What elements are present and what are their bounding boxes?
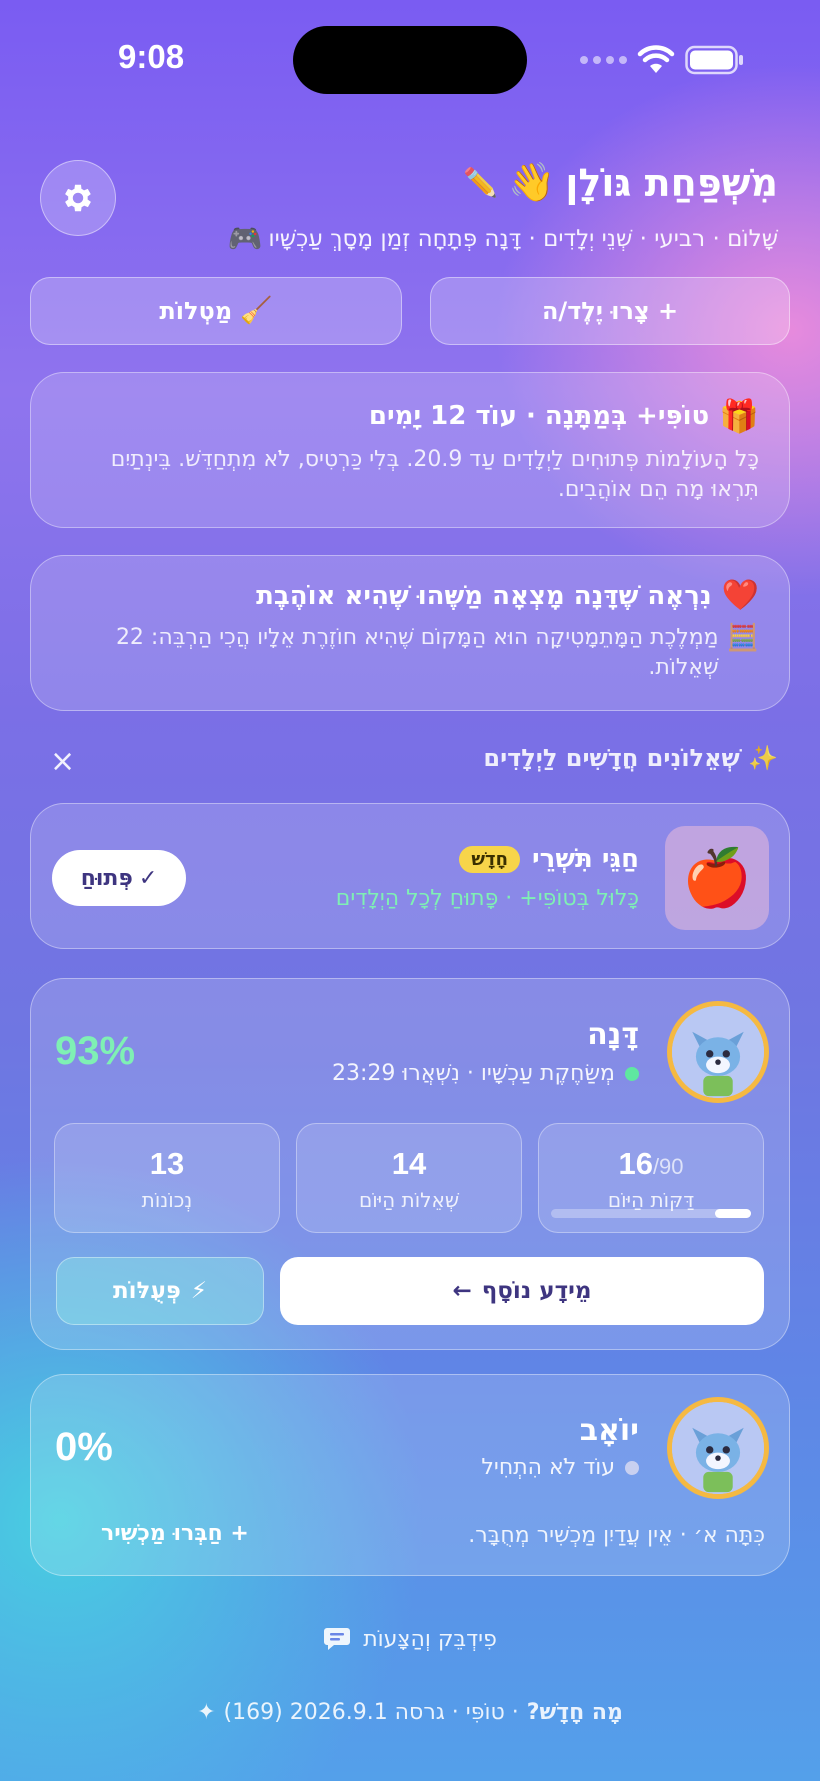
feedback-link[interactable]: פִידְבֵּק וְהַצָּעוֹת [0, 1626, 820, 1652]
child-card-yoav[interactable]: יוֹאָב עוֹד לֹא הִתְחִיל 0% כִּתָּה א׳ ·… [30, 1374, 790, 1576]
chat-bubble-icon [324, 1628, 351, 1650]
edit-pencil-icon[interactable]: ✏️ [463, 166, 498, 199]
dynamic-island [293, 26, 527, 94]
battery-icon [685, 45, 743, 75]
insight-card[interactable]: ❤️ נִרְאֶה שֶׁדָּנָה מָצְאָה מַשֶּׁהוּ ש… [30, 555, 790, 711]
settings-button[interactable] [40, 160, 116, 236]
child-status: מְשַׂחֶקֶת עַכְשָׁיו · נִשְׁאֲרוּ 23:29 [332, 1061, 615, 1086]
tasks-label: מַטְלוֹת [159, 297, 233, 325]
insight-body: מַמְלֶכֶת הַמָּתֵמָטִיקָה הוּא הַמָּקוֹם… [115, 625, 719, 680]
stat-correct: 13 נְכוֹנוֹת [54, 1123, 280, 1233]
status-time: 9:08 [118, 38, 185, 75]
more-info-button[interactable]: מֵידָע נוֹסָף ← [280, 1257, 764, 1325]
quiz-title-row: חַגֵּי תִּשְׁרֵי חָדָשׁ [459, 844, 639, 874]
gift-icon: 🎁 [719, 397, 759, 435]
version-text: · טוֹפִּי · גרסה 2026.9.1 (169) [223, 1700, 519, 1725]
add-child-label: + צָרוּ יֶלֶד/ה [541, 297, 679, 325]
actions-label: פְּעֻלּוֹת [112, 1278, 181, 1304]
version-row[interactable]: מָה חָדָשׁ? · טוֹפִּי · גרסה 2026.9.1 (1… [0, 1700, 820, 1725]
sparkles-icon: ✨ [748, 744, 778, 772]
quiz-title: חַגֵּי תִּשְׁרֵי [532, 844, 639, 874]
minutes-progress-bar [551, 1209, 751, 1218]
child-status-row: עוֹד לֹא הִתְחִיל [481, 1455, 639, 1480]
arrow-left-icon: ← [452, 1278, 472, 1304]
child-percent: 93% [55, 1029, 136, 1073]
stat-correct-label: נְכוֹנוֹת [141, 1188, 193, 1212]
feedback-label: פִידְבֵּק וְהַצָּעוֹת [363, 1626, 497, 1652]
add-child-button[interactable]: + צָרוּ יֶלֶד/ה [430, 277, 790, 345]
tasks-button[interactable]: 🧹 מַטְלוֹת [30, 277, 402, 345]
fox-avatar [667, 1001, 769, 1103]
promo-card[interactable]: 🎁 טוֹפִּי+ בְּמַתָּנָה · עוֹד 12 יָמִים … [30, 372, 790, 528]
checkmark-icon: ✓ [138, 865, 158, 891]
insight-body-row: 🧮 מַמְלֶכֶת הַמָּתֵמָטִיקָה הוּא הַמָּקו… [61, 623, 759, 683]
new-quizzes-heading-row: ✨ שְׁאֵלוֹנִים חֲדָשִׁים לַיְלָדִים [483, 744, 778, 772]
signal-icon [580, 56, 627, 64]
more-info-label: מֵידָע נוֹסָף [481, 1278, 592, 1304]
new-quizzes-heading: שְׁאֵלוֹנִים חֲדָשִׁים לַיְלָדִים [483, 744, 740, 772]
status-dot [625, 1066, 639, 1081]
page-title: מִשְׁפַּחַת גּוֹלָן [565, 160, 778, 205]
status-icons [580, 42, 748, 78]
stat-questions: 14 שְׁאֵלוֹת הַיּוֹם [296, 1123, 522, 1233]
abacus-icon: 🧮 [726, 623, 759, 653]
quiz-subtitle: כָּלוּל בְּטוֹפִּי+ · פָּתוּחַ לְכָל הַי… [335, 886, 639, 911]
waving-hand-icon: 👋 [508, 160, 556, 204]
gamepad-icon: 🎮 [227, 222, 263, 255]
stat-minutes-value: 16/90 [539, 1146, 763, 1182]
close-icon[interactable]: × [50, 744, 75, 779]
promo-title: טוֹפִּי+ בְּמַתָּנָה · עוֹד 12 יָמִים [368, 401, 710, 431]
child-name: יוֹאָב [579, 1413, 639, 1448]
header-subtitle-row: שָׁלוֹם · רביעי · שְׁנֵי יְלָדִים · דָּנ… [228, 222, 778, 255]
fox-avatar [667, 1397, 769, 1499]
actions-button[interactable]: ⚡ פְּעֻלּוֹת [56, 1257, 264, 1325]
open-quiz-button[interactable]: ✓ פְּתוּחַ [52, 850, 186, 906]
minutes-progress-fill [715, 1209, 751, 1218]
broom-icon: 🧹 [240, 296, 273, 326]
insight-title: נִרְאֶה שֶׁדָּנָה מָצְאָה מַשֶּׁהוּ שֶׁה… [256, 580, 712, 611]
child-note: כִּתָּה א׳ · אֵין עֲדַיִן מַכְשִׁיר מְחֻ… [468, 1523, 765, 1548]
insight-title-row: ❤️ נִרְאֶה שֶׁדָּנָה מָצְאָה מַשֶּׁהוּ ש… [61, 578, 759, 613]
child-status-row: מְשַׂחֶקֶת עַכְשָׁיו · נִשְׁאֲרוּ 23:29 [332, 1061, 639, 1086]
child-name: דָּנָה [587, 1017, 639, 1052]
stat-minutes: 16/90 דַּקּוֹת הַיּוֹם [538, 1123, 764, 1233]
stat-minutes-den: /90 [652, 1154, 684, 1179]
header-subtitle: שָׁלוֹם · רביעי · שְׁנֵי יְלָדִים · דָּנ… [268, 225, 778, 252]
lightning-icon: ⚡ [190, 1278, 208, 1304]
sparkle-icon: ✦ [197, 1700, 216, 1725]
child-status: עוֹד לֹא הִתְחִיל [481, 1455, 615, 1480]
open-quiz-label: פְּתוּחַ [80, 865, 133, 891]
stat-questions-value: 14 [391, 1146, 427, 1181]
new-badge: חָדָשׁ [459, 845, 521, 873]
wifi-icon [637, 45, 675, 73]
status-dot [625, 1460, 639, 1475]
stat-minutes-num: 16 [618, 1146, 653, 1181]
stat-correct-value: 13 [149, 1146, 185, 1181]
apple-icon: 🍎 [665, 826, 769, 930]
heart-icon: ❤️ [721, 578, 759, 613]
connect-device-button[interactable]: + חַבְּרוּ מַכְשִׁיר [101, 1521, 249, 1546]
promo-title-row: 🎁 טוֹפִּי+ בְּמַתָּנָה · עוֹד 12 יָמִים [61, 397, 759, 435]
whats-new-link[interactable]: מָה חָדָשׁ? [527, 1700, 623, 1725]
stat-questions-label: שְׁאֵלוֹת הַיּוֹם [358, 1188, 460, 1212]
promo-body: כָּל הָעוֹלָמוֹת פְּתוּחִים לַיְלָדִים ע… [110, 447, 759, 502]
child-percent: 0% [55, 1425, 113, 1469]
gear-icon [65, 184, 91, 212]
page-title-row: מִשְׁפַּחַת גּוֹלָן 👋 ✏️ [463, 160, 778, 205]
